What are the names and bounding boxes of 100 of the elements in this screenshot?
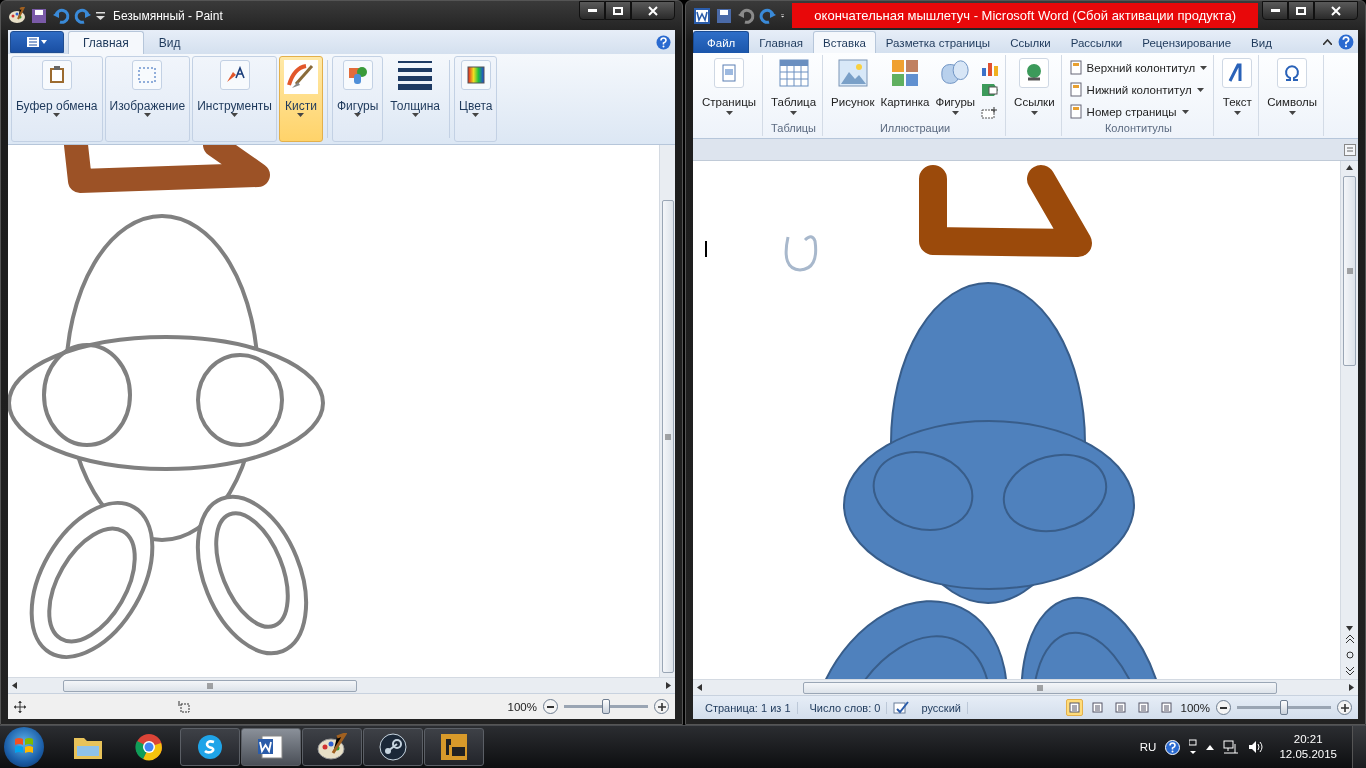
volume-icon[interactable] bbox=[1248, 740, 1265, 754]
redo-icon[interactable] bbox=[74, 6, 92, 25]
horizontal-scrollbar[interactable] bbox=[693, 679, 1358, 695]
proofing-icon[interactable] bbox=[893, 700, 910, 715]
ribbon-button[interactable]: Изображение bbox=[104, 56, 191, 142]
ribbon-button[interactable]: Таблица bbox=[769, 58, 819, 115]
ribbon-menu-button[interactable]: Номер страницы bbox=[1067, 102, 1210, 121]
table-icon bbox=[778, 59, 809, 87]
vertical-scrollbar[interactable] bbox=[659, 145, 675, 677]
ribbon-button[interactable]: Символы bbox=[1265, 58, 1319, 115]
caret-icon bbox=[354, 113, 362, 117]
minimize-button[interactable] bbox=[579, 1, 605, 20]
ribbon-menu-button[interactable]: Верхний колонтитул bbox=[1067, 58, 1210, 77]
language-indicator[interactable]: RU bbox=[1139, 741, 1157, 753]
app-menu-button[interactable] bbox=[10, 31, 64, 53]
help-icon[interactable] bbox=[1165, 739, 1181, 755]
zoom-out-button[interactable] bbox=[543, 699, 558, 714]
ribbon-tab[interactable]: Ссылки bbox=[1000, 31, 1061, 53]
zoom-in-button[interactable] bbox=[1337, 700, 1352, 715]
ribbon-tab[interactable]: Рецензирование bbox=[1132, 31, 1242, 53]
ribbon-button[interactable]: Страницы bbox=[700, 58, 758, 115]
ribbon-button[interactable]: Текст bbox=[1220, 58, 1255, 115]
scroll-left-icon bbox=[12, 682, 17, 689]
shapes-icon bbox=[347, 65, 368, 85]
plus-icon bbox=[1340, 703, 1349, 712]
ribbon-button[interactable]: Картинка bbox=[878, 58, 932, 115]
language-indicator: русский bbox=[915, 701, 968, 714]
word-icon[interactable] bbox=[693, 6, 711, 25]
taskbar-app[interactable] bbox=[302, 728, 362, 766]
ribbon-tab[interactable]: Рассылки bbox=[1060, 31, 1133, 53]
redo-icon[interactable] bbox=[759, 6, 777, 25]
collapse-ribbon-icon[interactable] bbox=[1323, 38, 1332, 45]
ribbon-button[interactable]: Инструменты bbox=[192, 56, 277, 142]
show-hidden-icons[interactable] bbox=[1206, 744, 1215, 750]
view-button[interactable] bbox=[1065, 699, 1083, 716]
taskbar-app[interactable] bbox=[241, 728, 301, 766]
ribbon-button[interactable]: Фигуры bbox=[933, 58, 978, 115]
smartart-icon bbox=[981, 81, 1000, 98]
zoom-out-button[interactable] bbox=[1216, 700, 1231, 715]
line-width-icon bbox=[398, 60, 433, 90]
undo-icon[interactable] bbox=[737, 6, 755, 25]
horizontal-scrollbar[interactable] bbox=[8, 677, 675, 693]
undo-icon[interactable] bbox=[52, 6, 70, 25]
minimize-button[interactable] bbox=[1262, 1, 1288, 20]
ribbon-button[interactable]: Ссылки bbox=[1012, 58, 1057, 115]
network-icon[interactable] bbox=[1223, 740, 1240, 754]
clipboard-icon bbox=[48, 66, 65, 84]
text-cursor bbox=[705, 241, 707, 257]
browse-down-icon[interactable] bbox=[1345, 667, 1354, 675]
caret-icon bbox=[472, 113, 480, 117]
language-bar-icon[interactable] bbox=[1189, 739, 1198, 755]
clock[interactable]: 20:21 12.05.2015 bbox=[1279, 732, 1337, 762]
ribbon-tab[interactable]: Разметка страницы bbox=[875, 31, 1001, 53]
minus-icon bbox=[547, 705, 554, 708]
plus-icon bbox=[657, 702, 666, 711]
ribbon-button[interactable]: Рисунок bbox=[829, 58, 877, 115]
caret-icon bbox=[725, 111, 733, 115]
maximize-button[interactable] bbox=[605, 1, 631, 20]
minus-icon bbox=[1220, 706, 1227, 709]
save-icon[interactable] bbox=[715, 6, 733, 25]
taskbar-app[interactable] bbox=[363, 728, 423, 766]
browse-up-icon[interactable] bbox=[1345, 635, 1354, 643]
ribbon-button[interactable]: Цвета bbox=[454, 56, 498, 142]
customize-caret-icon[interactable] bbox=[96, 11, 105, 20]
start-button[interactable] bbox=[4, 727, 44, 767]
ribbon-menu-button[interactable]: Нижний колонтитул bbox=[1067, 80, 1210, 99]
ribbon-button[interactable]: Фигуры bbox=[331, 56, 384, 142]
grip-icon bbox=[1346, 268, 1353, 274]
chat-app-icon bbox=[196, 733, 224, 761]
grip-icon bbox=[1037, 684, 1043, 691]
windows-logo-icon bbox=[14, 735, 34, 756]
close-button[interactable] bbox=[1314, 1, 1358, 20]
ribbon-tab[interactable]: Главная bbox=[68, 31, 144, 54]
file-tab[interactable]: Файл bbox=[693, 31, 750, 53]
palette-icon bbox=[317, 733, 347, 761]
zoom-in-button[interactable] bbox=[654, 699, 669, 714]
caret-icon bbox=[1196, 87, 1204, 92]
ribbon-tab[interactable]: Вставка bbox=[813, 31, 876, 53]
ribbon-button[interactable]: Буфер обмена bbox=[11, 56, 103, 142]
close-button[interactable] bbox=[631, 1, 675, 20]
caret-icon bbox=[1233, 111, 1241, 115]
taskbar-app[interactable] bbox=[180, 728, 240, 766]
taskbar-app[interactable] bbox=[424, 728, 484, 766]
maximize-button[interactable] bbox=[1288, 1, 1314, 20]
ribbon-tab[interactable]: Вид bbox=[143, 31, 196, 54]
slider-thumb[interactable] bbox=[602, 699, 610, 714]
ruler-toggle-icon[interactable] bbox=[1344, 143, 1356, 156]
ribbon-tab[interactable]: Главная bbox=[749, 31, 814, 53]
slider-thumb[interactable] bbox=[1280, 700, 1288, 715]
page-icon bbox=[721, 64, 737, 82]
browse-object-icon[interactable] bbox=[1345, 651, 1354, 659]
header-footer-icon bbox=[1069, 82, 1082, 97]
vertical-scrollbar[interactable] bbox=[1340, 161, 1358, 679]
header-footer-icon bbox=[1069, 60, 1082, 75]
ribbon-tab[interactable]: Вид bbox=[1241, 31, 1282, 53]
palette-icon[interactable] bbox=[8, 6, 26, 25]
save-icon[interactable] bbox=[30, 6, 48, 25]
ribbon-button[interactable]: Толщина bbox=[385, 56, 446, 142]
zoom-level: 100% bbox=[1180, 701, 1210, 714]
ribbon-button[interactable]: Кисти bbox=[278, 56, 323, 142]
